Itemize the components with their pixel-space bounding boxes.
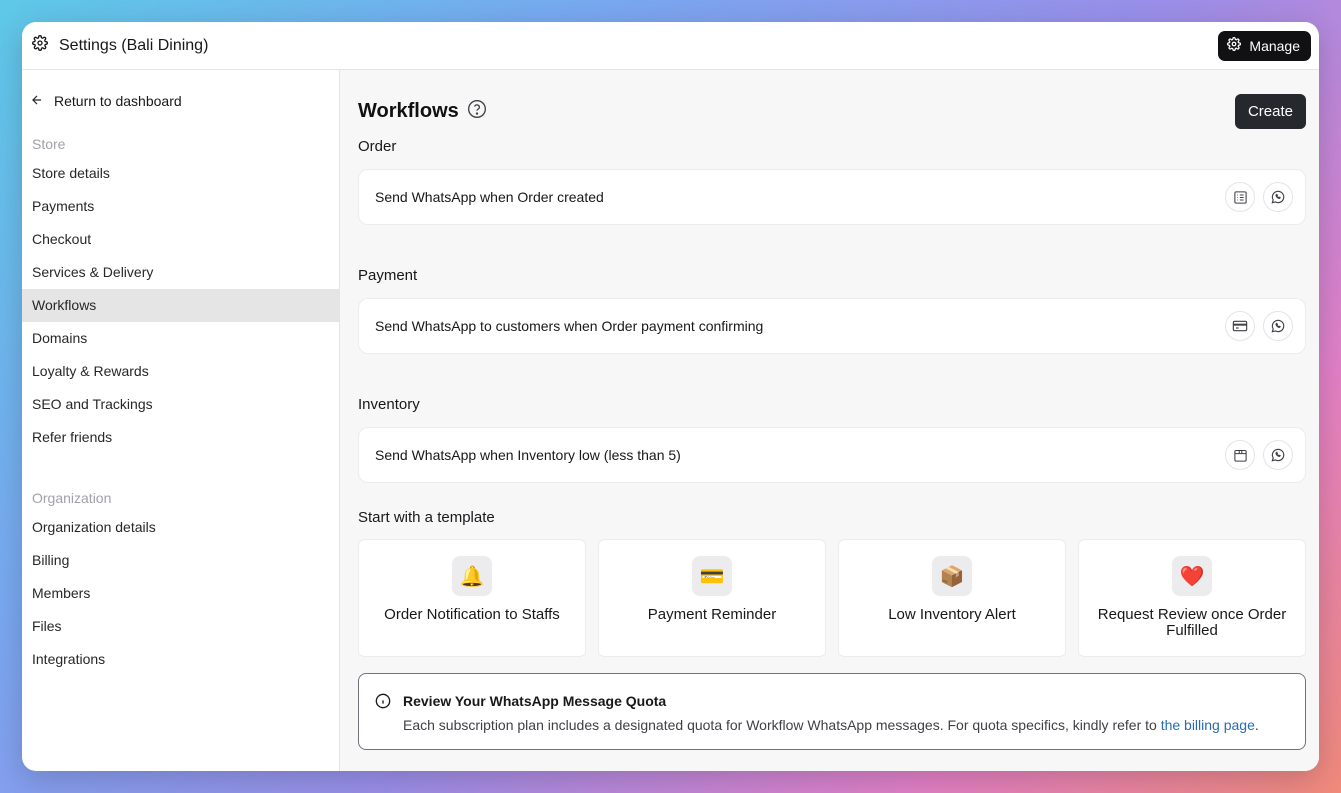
group-title-order: Order (358, 138, 397, 155)
sidebar-item-members[interactable]: Members (22, 577, 339, 610)
workflow-card-inventory[interactable]: Send WhatsApp when Inventory low (less t… (358, 427, 1306, 483)
template-label: Payment Reminder (647, 606, 777, 623)
sidebar-item-organization-details[interactable]: Organization details (22, 511, 339, 544)
billing-page-link[interactable]: the billing page (1161, 717, 1255, 733)
sidebar-item-files[interactable]: Files (22, 610, 339, 643)
title-bar: Settings (Bali Dining) Manage (22, 22, 1319, 70)
workflow-card-order[interactable]: Send WhatsApp when Order created (358, 169, 1306, 225)
workflow-label: Send WhatsApp when Order created (375, 189, 604, 205)
bell-icon: 🔔 (452, 556, 492, 596)
quota-notice: Review Your WhatsApp Message Quota Each … (358, 673, 1306, 750)
template-label: Order Notification to Staffs (384, 606, 560, 623)
sidebar-item-store-details[interactable]: Store details (22, 157, 339, 190)
template-card-low-inventory[interactable]: 📦 Low Inventory Alert (838, 539, 1066, 657)
box-icon (1225, 440, 1255, 470)
sidebar-item-domains[interactable]: Domains (22, 322, 339, 355)
notice-end: . (1254, 717, 1259, 733)
notice-text: Each subscription plan includes a design… (403, 717, 1161, 733)
sidebar-item-workflows[interactable]: Workflows (22, 289, 339, 322)
section-organization: Organization (32, 490, 112, 506)
template-card-payment-reminder[interactable]: 💳 Payment Reminder (598, 539, 826, 657)
list-icon (1225, 182, 1255, 212)
group-title-inventory: Inventory (358, 396, 420, 413)
back-label: Return to dashboard (54, 93, 182, 109)
template-section-title: Start with a template (358, 509, 495, 526)
window-title: Settings (Bali Dining) (59, 36, 209, 54)
settings-window: Settings (Bali Dining) Manage Return to … (22, 22, 1319, 771)
sidebar: Return to dashboard Store Store details … (22, 70, 340, 771)
arrow-left-icon (30, 93, 44, 110)
whatsapp-icon (1263, 311, 1293, 341)
sidebar-item-integrations[interactable]: Integrations (22, 643, 339, 676)
template-label: Request Review once Order Fulfilled (1097, 606, 1287, 639)
page-title: Workflows (358, 100, 459, 122)
heart-icon: ❤️ (1172, 556, 1212, 596)
notice-body: Each subscription plan includes a design… (403, 717, 1259, 734)
sidebar-item-seo-trackings[interactable]: SEO and Trackings (22, 388, 339, 421)
sidebar-item-services-delivery[interactable]: Services & Delivery (22, 256, 339, 289)
workflow-label: Send WhatsApp to customers when Order pa… (375, 318, 764, 334)
section-store: Store (32, 136, 66, 152)
gear-icon (1227, 36, 1242, 54)
whatsapp-icon (1263, 182, 1293, 212)
template-label: Low Inventory Alert (888, 606, 1016, 623)
gear-icon (32, 35, 48, 56)
return-to-dashboard-link[interactable]: Return to dashboard (22, 92, 339, 110)
sidebar-item-payments[interactable]: Payments (22, 190, 339, 223)
manage-button[interactable]: Manage (1218, 30, 1311, 61)
sidebar-item-billing[interactable]: Billing (22, 544, 339, 577)
package-icon: 📦 (932, 556, 972, 596)
notice-title: Review Your WhatsApp Message Quota (403, 693, 667, 709)
template-card-order-notification[interactable]: 🔔 Order Notification to Staffs (358, 539, 586, 657)
credit-card-icon (1225, 311, 1255, 341)
sidebar-item-refer-friends[interactable]: Refer friends (22, 421, 339, 454)
help-icon[interactable] (467, 99, 487, 124)
credit-card-icon: 💳 (692, 556, 732, 596)
template-card-request-review[interactable]: ❤️ Request Review once Order Fulfilled (1078, 539, 1306, 657)
info-icon (375, 693, 391, 734)
manage-label: Manage (1249, 37, 1300, 54)
workflows-panel: Workflows Create Order Send WhatsApp whe… (340, 70, 1319, 771)
sidebar-item-loyalty-rewards[interactable]: Loyalty & Rewards (22, 355, 339, 388)
group-title-payment: Payment (358, 267, 418, 284)
whatsapp-icon (1263, 440, 1293, 470)
create-button[interactable]: Create (1234, 94, 1306, 129)
sidebar-item-checkout[interactable]: Checkout (22, 223, 339, 256)
workflow-card-payment[interactable]: Send WhatsApp to customers when Order pa… (358, 298, 1306, 354)
workflow-label: Send WhatsApp when Inventory low (less t… (375, 447, 681, 463)
